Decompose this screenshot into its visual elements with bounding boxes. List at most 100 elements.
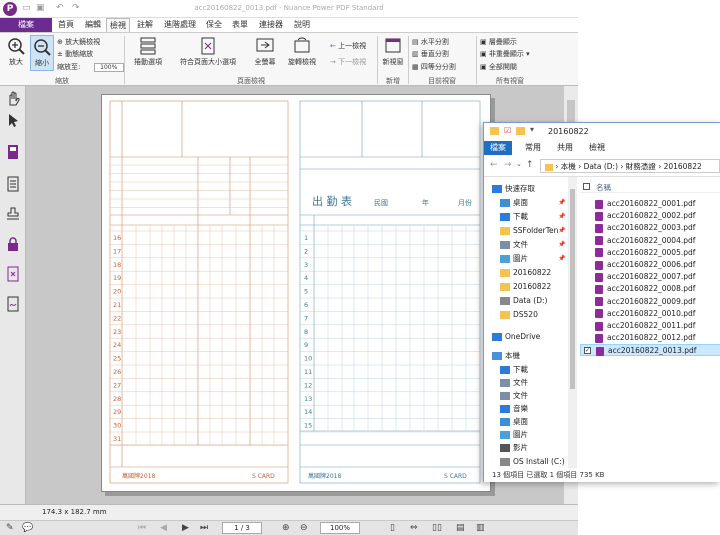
nav-item[interactable]: 桌面 bbox=[500, 416, 528, 428]
nav-item[interactable]: 圖片 bbox=[500, 253, 528, 265]
file-row[interactable]: acc20160822_0011.pdf bbox=[580, 320, 720, 332]
zoom-to-select[interactable]: 100% bbox=[93, 62, 124, 72]
split-quad-button[interactable]: ▦ 四等分分割 bbox=[412, 62, 456, 72]
select-arrow-icon[interactable] bbox=[5, 112, 21, 128]
split-vertical-button[interactable]: ▥ 垂直分割 bbox=[412, 49, 449, 59]
cascade-button[interactable]: ▣ 層疊顯示 bbox=[480, 37, 517, 47]
explorer-tab-share[interactable]: 共用 bbox=[554, 141, 576, 155]
explorer-tab-file[interactable]: 檔案 bbox=[484, 141, 512, 155]
prev-view-button[interactable]: ← 上一檢視 bbox=[330, 41, 366, 51]
pin-icon[interactable]: 📌 bbox=[558, 255, 565, 262]
next-page-icon[interactable]: ▶ bbox=[182, 523, 189, 533]
nav-item[interactable]: 20160822 bbox=[500, 267, 551, 279]
zoom-magnifier-button[interactable]: ⊕ 放大鏡檢視 bbox=[57, 37, 100, 47]
zoom-level-field[interactable]: 100% bbox=[320, 522, 360, 534]
navigation-scrollbar[interactable] bbox=[568, 177, 577, 468]
nav-item[interactable]: OS Install (C:) bbox=[500, 456, 565, 468]
two-page-icon[interactable]: ▯▯ bbox=[432, 523, 442, 533]
back-arrow-icon[interactable]: ← bbox=[490, 160, 498, 170]
file-row[interactable]: acc20160822_0009.pdf bbox=[580, 296, 720, 308]
file-row[interactable]: acc20160822_0001.pdf bbox=[580, 198, 720, 210]
comment-icon[interactable]: 💬 bbox=[22, 523, 33, 533]
file-row[interactable]: acc20160822_0004.pdf bbox=[580, 235, 720, 247]
nav-item[interactable]: 圖片 bbox=[500, 429, 528, 441]
nav-item[interactable]: 快速存取 bbox=[492, 183, 535, 195]
file-row[interactable]: acc20160822_0008.pdf bbox=[580, 283, 720, 295]
file-row[interactable]: ✓ acc20160822_0013.pdf bbox=[580, 344, 720, 357]
single-page-icon[interactable]: ▯ bbox=[390, 523, 395, 533]
stamp-icon[interactable] bbox=[5, 206, 21, 222]
tab-help[interactable]: 說明 bbox=[291, 18, 313, 32]
file-row[interactable]: acc20160822_0002.pdf bbox=[580, 210, 720, 222]
forward-arrow-icon[interactable]: → bbox=[504, 160, 512, 170]
row-checkbox[interactable]: ✓ bbox=[584, 347, 591, 355]
zoom-out-nav-icon[interactable]: ⊖ bbox=[300, 523, 308, 533]
properties-icon[interactable]: ☑ bbox=[504, 126, 511, 135]
dynamic-zoom-button[interactable]: ± 動態縮放 bbox=[57, 49, 93, 59]
last-page-icon[interactable]: ⏭ bbox=[200, 523, 208, 533]
column-header-name[interactable]: 名稱 bbox=[580, 181, 720, 193]
facing-icon[interactable]: ▥ bbox=[476, 523, 485, 533]
scroll-options-button[interactable]: 捲動選項 bbox=[128, 37, 168, 67]
breadcrumb-20160822[interactable]: 20160822 bbox=[664, 162, 702, 171]
recent-chevron-icon[interactable]: ⌄ bbox=[516, 160, 522, 168]
full-screen-button[interactable]: 全螢幕 bbox=[247, 37, 283, 67]
file-row[interactable]: acc20160822_0006.pdf bbox=[580, 259, 720, 271]
nav-item[interactable]: 文件 bbox=[500, 239, 528, 251]
tab-security[interactable]: 保全 bbox=[203, 18, 225, 32]
first-page-icon[interactable]: ⏮ bbox=[138, 523, 146, 533]
file-row[interactable]: acc20160822_0010.pdf bbox=[580, 308, 720, 320]
document-icon[interactable] bbox=[5, 176, 21, 192]
signature-icon[interactable] bbox=[5, 296, 21, 312]
tab-forms[interactable]: 表單 bbox=[229, 18, 251, 32]
tab-advanced[interactable]: 進階處理 bbox=[160, 18, 200, 32]
file-row[interactable]: acc20160822_0003.pdf bbox=[580, 222, 720, 234]
nav-item[interactable]: Data (D:) bbox=[500, 295, 547, 307]
breadcrumb-this-pc[interactable]: 本機 bbox=[561, 162, 576, 171]
address-breadcrumb[interactable]: › 本機 › Data (D:) › 財務憑證 › 20160822 bbox=[540, 159, 720, 173]
pin-icon[interactable]: 📌 bbox=[558, 227, 565, 234]
zoom-out-button[interactable]: 縮小 bbox=[30, 35, 54, 71]
file-row[interactable]: acc20160822_0005.pdf bbox=[580, 247, 720, 259]
new-window-button[interactable]: 新視窗 bbox=[380, 37, 406, 67]
nav-item[interactable]: 本機 bbox=[492, 350, 520, 362]
lock-icon[interactable] bbox=[5, 236, 21, 252]
zoom-in-nav-icon[interactable]: ⊕ bbox=[282, 523, 290, 533]
file-row[interactable]: acc20160822_0012.pdf bbox=[580, 332, 720, 344]
tab-view[interactable]: 檢視 bbox=[106, 18, 130, 33]
nav-item[interactable]: 音樂 bbox=[500, 403, 528, 415]
nav-item[interactable]: 下載 bbox=[500, 211, 528, 223]
breadcrumb-finance[interactable]: 財務憑證 bbox=[626, 162, 656, 171]
fit-page-button[interactable]: 符合頁面大小選項 bbox=[175, 37, 241, 67]
pin-icon[interactable]: 📌 bbox=[558, 213, 565, 220]
nav-item[interactable]: 文件 bbox=[500, 390, 528, 402]
page-number-field[interactable]: 1 / 3 bbox=[222, 522, 262, 534]
tab-comment[interactable]: 註解 bbox=[134, 18, 156, 32]
next-view-button[interactable]: → 下一檢視 bbox=[330, 57, 366, 67]
pin-icon[interactable]: 📌 bbox=[558, 199, 565, 206]
show-all-button[interactable]: ▣ 全部開關 bbox=[480, 62, 517, 72]
pin-icon[interactable]: 📌 bbox=[558, 241, 565, 248]
explorer-tab-view[interactable]: 檢視 bbox=[586, 141, 608, 155]
pages-panel-icon[interactable] bbox=[5, 144, 21, 160]
nav-item[interactable]: 桌面 bbox=[500, 197, 528, 209]
nav-item[interactable]: SSFolderTen bbox=[500, 225, 558, 237]
nav-item[interactable]: DS520 bbox=[500, 309, 538, 321]
tile-button[interactable]: ▣ 非重疊顯示 ▾ bbox=[480, 49, 530, 59]
rotate-view-button[interactable]: 旋轉檢視 bbox=[284, 37, 320, 67]
tab-edit[interactable]: 編輯 bbox=[82, 18, 104, 32]
hand-tool-icon[interactable] bbox=[5, 90, 21, 106]
zoom-in-button[interactable]: 放大 bbox=[4, 37, 28, 67]
explorer-tab-home[interactable]: 常用 bbox=[522, 141, 544, 155]
scroll-thumb[interactable] bbox=[570, 189, 575, 389]
nav-item[interactable]: 文件 bbox=[500, 377, 528, 389]
select-all-checkbox[interactable] bbox=[583, 183, 590, 190]
tab-home[interactable]: 首頁 bbox=[55, 18, 77, 32]
pen-icon[interactable]: ✎ bbox=[6, 523, 14, 533]
new-folder-icon[interactable] bbox=[516, 127, 525, 135]
attachment-page-icon[interactable] bbox=[5, 266, 21, 282]
up-arrow-icon[interactable]: ↑ bbox=[526, 160, 534, 170]
prev-page-icon[interactable]: ◀ bbox=[160, 523, 167, 533]
breadcrumb-drive-d[interactable]: Data (D:) bbox=[584, 162, 618, 171]
nav-item[interactable]: 20160822 bbox=[500, 281, 551, 293]
